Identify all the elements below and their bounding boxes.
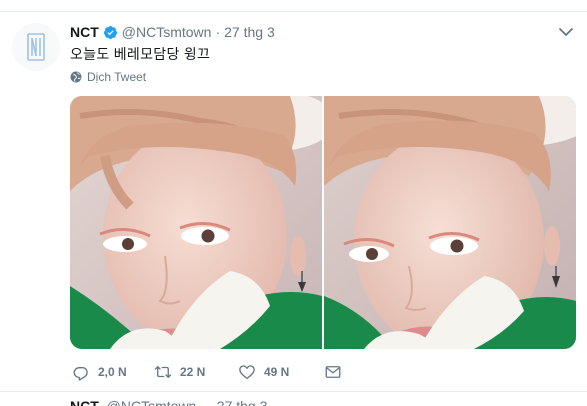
photo-right-image (324, 96, 576, 349)
translate-tweet-link[interactable]: Dịch Tweet (70, 70, 146, 84)
retweet-count: 22 N (180, 365, 206, 379)
tweet-header: NCT @NCTsmtown · 27 thg 3 (70, 24, 275, 40)
separator-dot: · (215, 24, 221, 40)
reply-button[interactable]: 2,0 N (72, 363, 130, 381)
nct-logo-icon (27, 33, 45, 61)
next-tweet-timestamp[interactable]: 27 thg 3 (217, 398, 268, 406)
mail-icon (325, 366, 341, 378)
direct-message-button[interactable] (324, 363, 350, 381)
retweet-button[interactable]: 22 N (154, 363, 214, 381)
tweet-actions: 2,0 N 22 N 49 N (72, 363, 374, 381)
chevron-down-icon[interactable] (558, 26, 574, 38)
next-separator-dot: · (204, 398, 209, 406)
like-count: 49 N (264, 365, 290, 379)
photo-left[interactable] (70, 96, 322, 349)
photo-left-image (70, 96, 322, 349)
like-button[interactable]: 49 N (238, 363, 300, 381)
reply-icon (73, 366, 88, 381)
photo-right[interactable] (324, 96, 576, 349)
reply-icon: ⌒ (74, 0, 88, 10)
tweet-timestamp[interactable]: 27 thg 3 (224, 24, 275, 40)
globe-icon (70, 71, 82, 83)
next-display-name[interactable]: NCT (70, 398, 99, 406)
display-name[interactable]: NCT (70, 24, 99, 40)
previous-tweet-edge: ⌒ ⌒ ⌒ (0, 0, 587, 12)
translate-label: Dịch Tweet (87, 70, 147, 84)
avatar[interactable] (12, 23, 60, 71)
user-handle[interactable]: @NCTsmtown (122, 24, 212, 40)
previous-tweet-actions: ⌒ ⌒ ⌒ (74, 0, 216, 12)
next-user-handle[interactable]: @NCTsmtown (107, 398, 197, 406)
tweet[interactable]: NCT @NCTsmtown · 27 thg 3 오늘도 베레모담당 윙끄 D… (0, 12, 587, 392)
verified-badge-icon (103, 25, 117, 39)
next-tweet-header[interactable]: NCT @NCTsmtown · 27 thg 3 (70, 398, 267, 406)
media-grid (70, 96, 576, 349)
retweet-icon: ⌒ (138, 0, 152, 10)
heart-icon: ⌒ (202, 0, 216, 10)
heart-icon (239, 365, 255, 380)
retweet-icon (154, 366, 172, 378)
tweet-text: 오늘도 베레모담당 윙끄 (70, 46, 211, 62)
reply-count: 2,0 N (98, 365, 127, 379)
